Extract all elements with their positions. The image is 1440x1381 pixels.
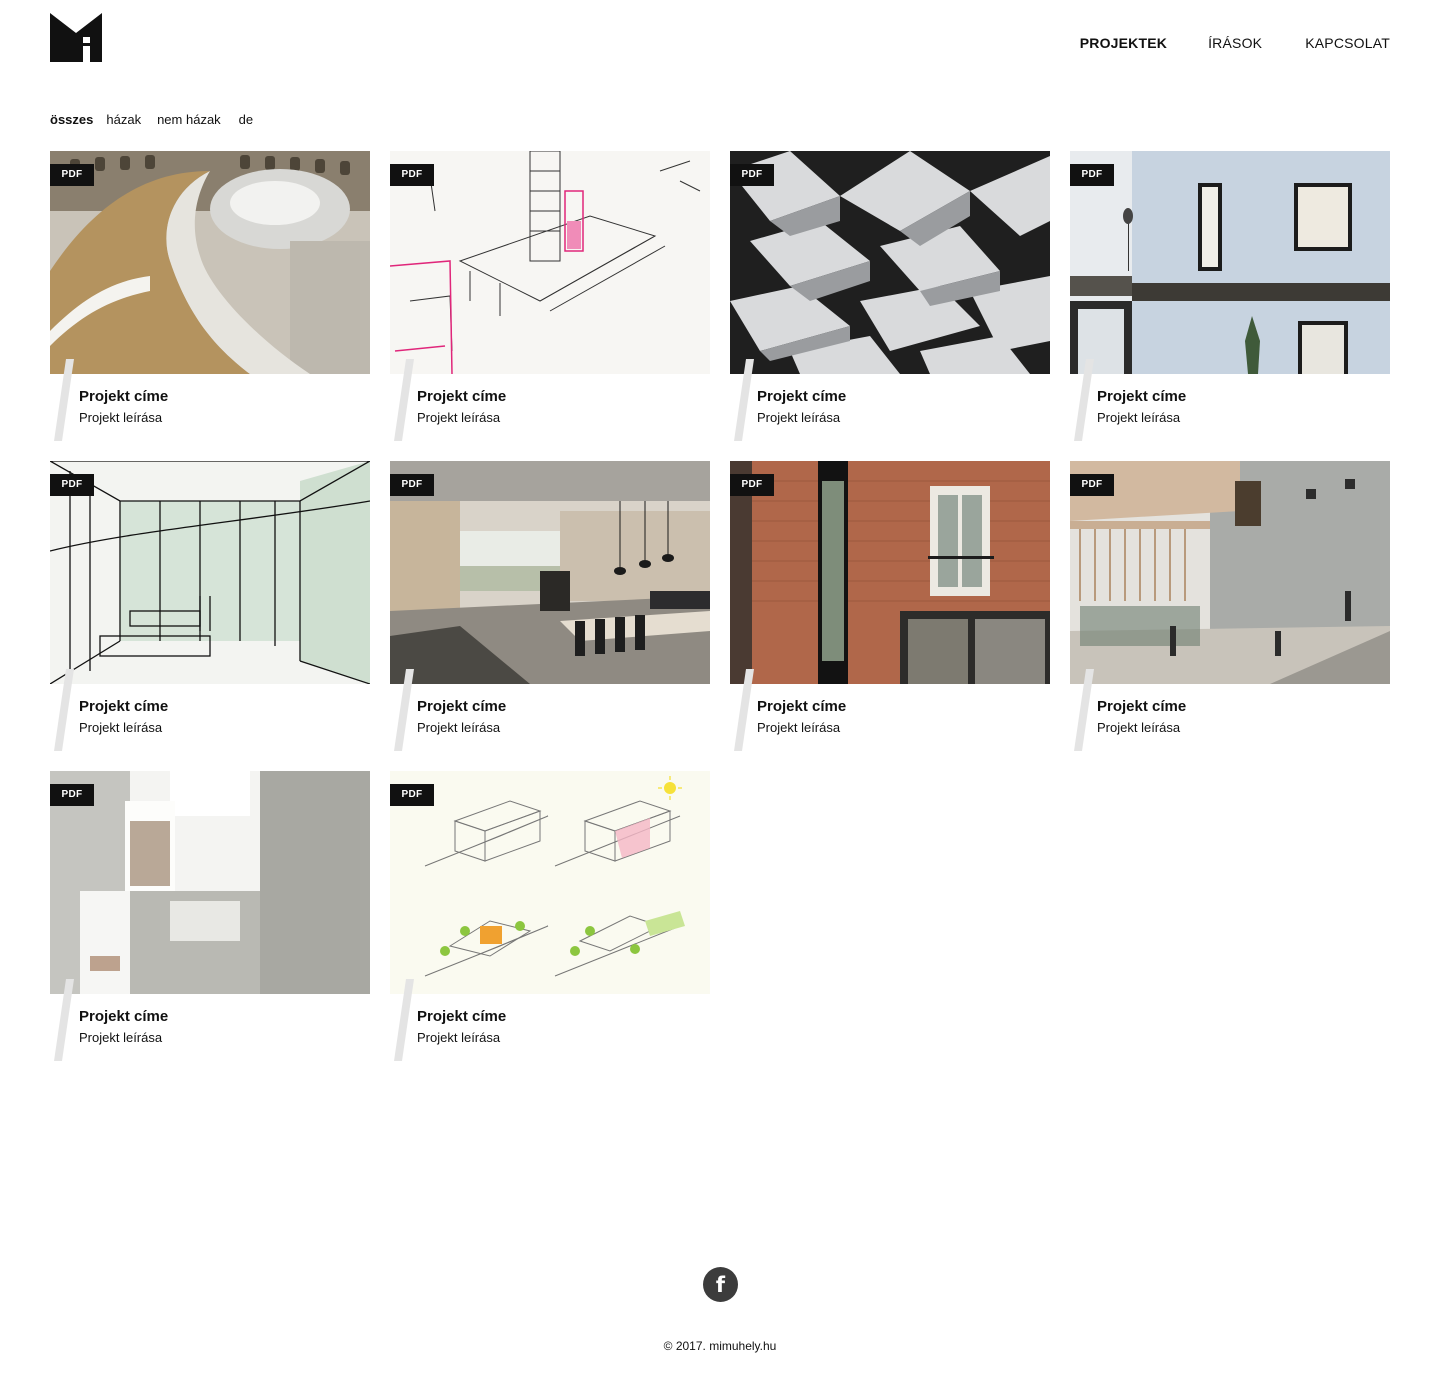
project-description: Projekt leírása <box>1097 720 1181 735</box>
project-card[interactable]: PDF Projekt címe Projekt leírása <box>730 461 1050 751</box>
dining-interior-photo-icon <box>390 461 710 684</box>
axonometric-diagrams-icon <box>390 771 710 994</box>
project-title[interactable]: Projekt címe <box>79 1008 168 1025</box>
project-description: Projekt leírása <box>79 410 163 425</box>
project-filter-bar: összes házak nem házak de <box>50 112 253 127</box>
facebook-link[interactable]: f <box>703 1267 738 1302</box>
interior-sketch-icon <box>50 461 370 684</box>
pdf-badge[interactable]: PDF <box>730 474 774 496</box>
project-card[interactable]: PDF Projekt címe Projekt leírása <box>50 461 370 751</box>
project-title[interactable]: Projekt címe <box>79 698 168 715</box>
project-image[interactable] <box>390 151 710 374</box>
project-image[interactable] <box>50 461 370 684</box>
project-title[interactable]: Projekt címe <box>1097 388 1186 405</box>
facade-photo-icon <box>1070 151 1390 374</box>
project-card[interactable]: PDF Projekt címe Projekt leírása <box>1070 461 1390 751</box>
project-image[interactable] <box>50 151 370 374</box>
pdf-badge[interactable]: PDF <box>1070 474 1114 496</box>
pdf-badge[interactable]: PDF <box>730 164 774 186</box>
project-description: Projekt leírása <box>417 720 501 735</box>
copyright-text: © 2017. mimuhely.hu <box>663 1339 777 1353</box>
pdf-badge[interactable]: PDF <box>390 164 434 186</box>
main-nav: PROJEKTEK ÍRÁSOK KAPCSOLAT <box>1080 35 1390 51</box>
project-card[interactable]: PDF Projekt címe Projekt leírása <box>50 151 370 441</box>
filter-osszes[interactable]: összes <box>50 112 93 127</box>
site-logo[interactable] <box>50 13 102 62</box>
pdf-badge[interactable]: PDF <box>50 474 94 496</box>
project-description: Projekt leírása <box>417 1030 501 1045</box>
project-image[interactable] <box>1070 461 1390 684</box>
project-title[interactable]: Projekt címe <box>79 388 168 405</box>
slash-decoration-icon <box>54 669 74 751</box>
project-card[interactable]: PDF Projekt címe Projekt leírása <box>50 771 370 1061</box>
nav-item-kapcsolat[interactable]: KAPCSOLAT <box>1305 35 1390 51</box>
project-title[interactable]: Projekt címe <box>417 698 506 715</box>
pdf-badge[interactable]: PDF <box>390 784 434 806</box>
courtyard-render-icon <box>1070 461 1390 684</box>
project-description: Projekt leírása <box>79 1030 163 1045</box>
project-description: Projekt leírása <box>79 720 163 735</box>
pdf-badge[interactable]: PDF <box>50 784 94 806</box>
project-card[interactable]: PDF Projekt címe Projekt leírása <box>390 151 710 441</box>
project-title[interactable]: Projekt címe <box>757 698 846 715</box>
project-title[interactable]: Projekt címe <box>757 388 846 405</box>
project-description: Projekt leírása <box>1097 410 1181 425</box>
slash-decoration-icon <box>54 979 74 1061</box>
project-image[interactable] <box>730 151 1050 374</box>
project-image[interactable] <box>1070 151 1390 374</box>
project-image[interactable] <box>390 461 710 684</box>
project-title[interactable]: Projekt címe <box>417 388 506 405</box>
slash-decoration-icon <box>54 359 74 441</box>
project-card[interactable]: PDF Projekt címe Projekt leírása <box>390 461 710 751</box>
project-description: Projekt leírása <box>417 410 501 425</box>
light-well-render-icon <box>50 771 370 994</box>
pdf-badge[interactable]: PDF <box>390 474 434 496</box>
brick-house-photo-icon <box>730 461 1050 684</box>
project-image[interactable] <box>390 771 710 994</box>
spiral-staircase-photo-icon <box>50 151 370 374</box>
filter-nem-hazak[interactable]: nem házak <box>157 112 221 127</box>
project-card[interactable]: PDF Projekt címe Projekt leírása <box>390 771 710 1061</box>
sketch-drawing-icon <box>390 151 710 374</box>
nav-item-irasok[interactable]: ÍRÁSOK <box>1208 35 1262 51</box>
filter-de[interactable]: de <box>239 112 253 127</box>
pdf-badge[interactable]: PDF <box>1070 164 1114 186</box>
project-card[interactable]: PDF Projekt címe Projekt leírása <box>1070 151 1390 441</box>
project-image[interactable] <box>50 771 370 994</box>
pdf-badge[interactable]: PDF <box>50 164 94 186</box>
filter-hazak[interactable]: házak <box>106 112 141 127</box>
project-image[interactable] <box>730 461 1050 684</box>
nav-item-projektek[interactable]: PROJEKTEK <box>1080 35 1167 51</box>
project-description: Projekt leírása <box>757 410 841 425</box>
project-title[interactable]: Projekt címe <box>1097 698 1186 715</box>
mimuhely-logo-icon <box>50 13 102 62</box>
folded-ceiling-photo-icon <box>730 151 1050 374</box>
project-title[interactable]: Projekt címe <box>417 1008 506 1025</box>
facebook-icon: f <box>715 1273 726 1297</box>
project-description: Projekt leírása <box>757 720 841 735</box>
project-card[interactable]: PDF Projekt címe Projekt leírása <box>730 151 1050 441</box>
